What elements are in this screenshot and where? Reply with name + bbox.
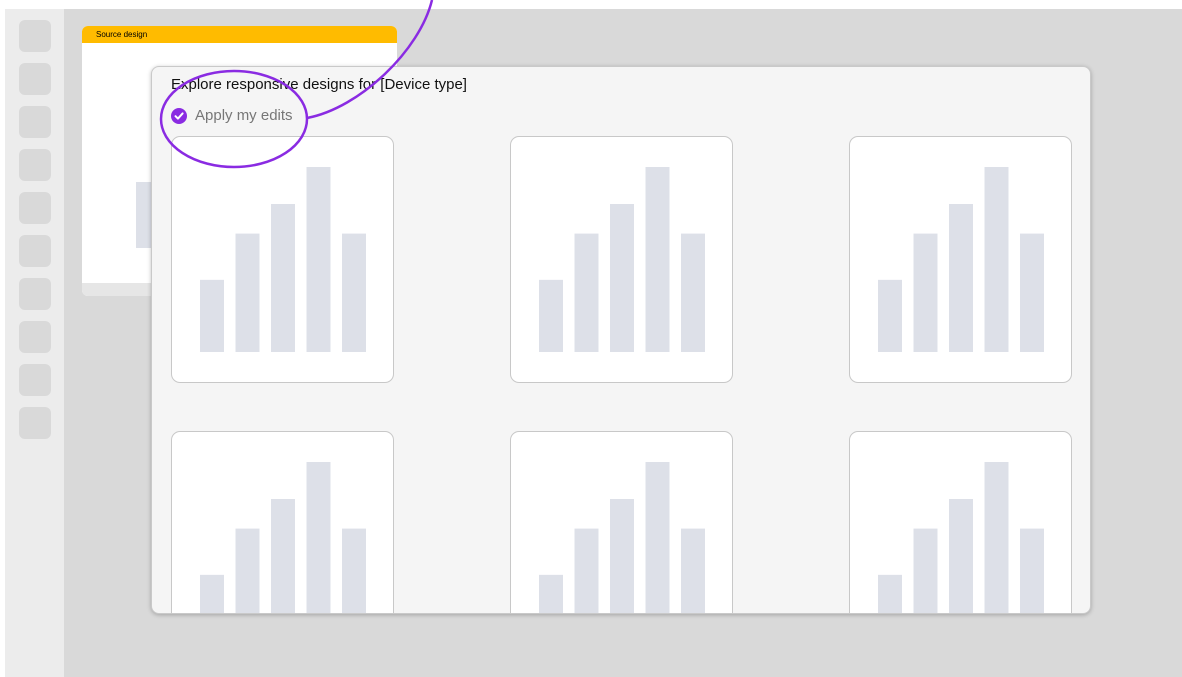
placeholder-bar <box>913 233 938 352</box>
placeholder-bar <box>610 204 634 352</box>
placeholder-bar <box>949 499 973 613</box>
placeholder-bar <box>306 462 331 613</box>
placeholder-bar <box>271 499 295 613</box>
placeholder-bar <box>984 462 1009 613</box>
placeholder-bar <box>645 462 670 613</box>
placeholder-bar <box>1020 233 1044 352</box>
toolbar-button-4[interactable] <box>19 149 51 181</box>
placeholder-bar <box>306 167 331 352</box>
apply-edits-checkbox-row[interactable]: Apply my edits <box>171 107 293 124</box>
placeholder-bar <box>574 528 599 613</box>
placeholder-bar <box>949 204 973 352</box>
bar-placeholder-graphic <box>539 167 705 352</box>
toolbar-button-7[interactable] <box>19 278 51 310</box>
placeholder-bar <box>1020 528 1044 613</box>
apply-edits-label: Apply my edits <box>195 107 293 124</box>
design-option-card-5[interactable] <box>510 431 733 613</box>
placeholder-bar <box>342 233 366 352</box>
toolbar-button-2[interactable] <box>19 63 51 95</box>
bar-placeholder-graphic <box>200 167 366 352</box>
design-option-card-3[interactable] <box>849 136 1072 383</box>
design-option-card-6[interactable] <box>849 431 1072 613</box>
responsive-designs-dialog: Explore responsive designs for [Device t… <box>151 66 1091 614</box>
design-option-card-2[interactable] <box>510 136 733 383</box>
toolbar-button-10[interactable] <box>19 407 51 439</box>
toolbar-button-3[interactable] <box>19 106 51 138</box>
bar-placeholder-graphic <box>878 462 1044 613</box>
left-toolbar <box>5 9 64 677</box>
placeholder-bar <box>878 574 902 613</box>
placeholder-bar <box>342 528 366 613</box>
placeholder-bar <box>235 528 260 613</box>
placeholder-bar <box>271 204 295 352</box>
design-option-card-4[interactable] <box>171 431 394 613</box>
toolbar-button-1[interactable] <box>19 20 51 52</box>
toolbar-button-9[interactable] <box>19 364 51 396</box>
toolbar-button-6[interactable] <box>19 235 51 267</box>
placeholder-bar <box>539 279 563 352</box>
checkmark-icon <box>174 111 184 120</box>
bar-placeholder-graphic <box>878 167 1044 352</box>
placeholder-bar <box>681 233 705 352</box>
apply-edits-checkbox[interactable] <box>171 107 187 124</box>
bar-placeholder-graphic <box>200 462 366 613</box>
placeholder-bar <box>878 279 902 352</box>
bar-placeholder-graphic <box>539 462 705 613</box>
placeholder-bar <box>681 528 705 613</box>
placeholder-bar <box>574 233 599 352</box>
design-option-card-1[interactable] <box>171 136 394 383</box>
placeholder-bar <box>200 574 224 613</box>
toolbar-button-8[interactable] <box>19 321 51 353</box>
placeholder-bar <box>235 233 260 352</box>
dialog-title: Explore responsive designs for [Device t… <box>171 76 467 93</box>
placeholder-bar <box>200 279 224 352</box>
source-design-header: Source design <box>82 26 397 43</box>
placeholder-bar <box>610 499 634 613</box>
toolbar-button-5[interactable] <box>19 192 51 224</box>
placeholder-bar <box>645 167 670 352</box>
placeholder-bar <box>984 167 1009 352</box>
placeholder-bar <box>913 528 938 613</box>
placeholder-bar <box>539 574 563 613</box>
